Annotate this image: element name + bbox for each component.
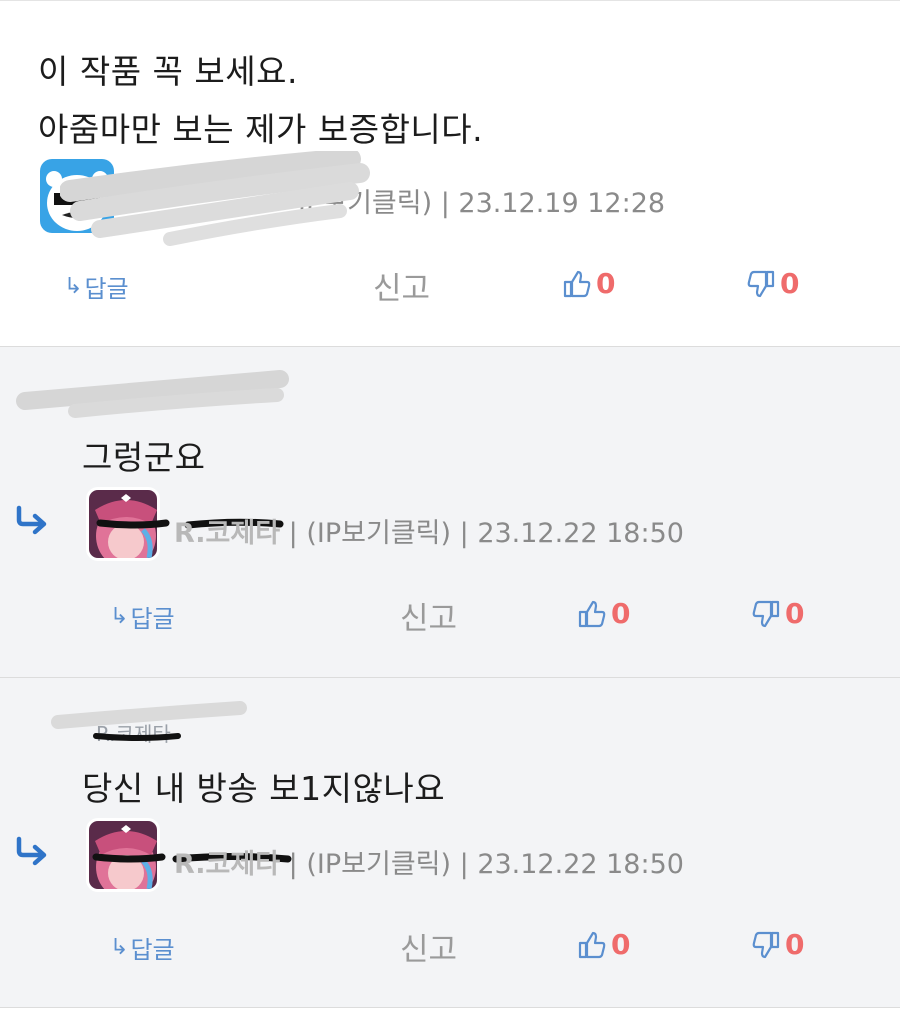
- thumbs-down-icon: [752, 600, 780, 627]
- quoted-nickname: [96, 391, 102, 415]
- upvote-button[interactable]: 0: [577, 928, 630, 961]
- ip-link[interactable]: (IP보기클릭): [306, 849, 451, 880]
- report-button[interactable]: 신고: [400, 924, 457, 969]
- reply-indent-arrow-icon: [16, 836, 47, 866]
- nickname[interactable]: R.코제타: [174, 518, 280, 549]
- timestamp: 23.12.22 18:50: [477, 849, 684, 880]
- timestamp: 23.12.19 12:28: [458, 188, 666, 219]
- separator: |: [459, 518, 478, 549]
- separator: |: [288, 849, 307, 880]
- separator: |: [288, 518, 307, 549]
- thumbs-down-icon: [752, 931, 780, 958]
- reply-indent-arrow-icon: [16, 505, 47, 535]
- downvote-button[interactable]: 0: [751, 928, 804, 961]
- redaction-scribble: [16, 370, 289, 418]
- reply-button[interactable]: ↳ 답글: [110, 930, 175, 965]
- ip-link[interactable]: (IP보기클릭): [306, 518, 451, 549]
- reply-arrow-icon: ↳: [64, 274, 83, 299]
- reply-arrow-icon: ↳: [110, 604, 129, 629]
- reply-comment-item: R.코제타 당신 내 방송 보1지않나요 R.코제타 | (IP보기클릭) | …: [0, 677, 900, 1008]
- reply-button[interactable]: ↳ 답글: [110, 599, 175, 634]
- reply-button[interactable]: ↳ 답글: [64, 269, 129, 304]
- separator: |: [459, 849, 478, 880]
- thumbs-up-icon: [563, 270, 591, 297]
- avatar[interactable]: [40, 159, 114, 233]
- nickname[interactable]: R.코제타: [174, 849, 280, 880]
- report-button[interactable]: 신고: [400, 593, 457, 638]
- comment-item: 이 작품 꼭 보세요. 아줌마만 보는 제가 보증합니다. IP보기클릭) | …: [0, 0, 900, 346]
- comment-meta: IP보기클릭) | 23.12.19 12:28: [128, 181, 665, 220]
- comment-text-line: 당신 내 방송 보1지않나요: [82, 769, 446, 808]
- downvote-button[interactable]: 0: [746, 267, 799, 300]
- comment-meta: R.코제타 | (IP보기클릭) | 23.12.22 18:50: [174, 511, 684, 550]
- separator: |: [440, 188, 459, 219]
- quoted-nickname: R.코제타: [96, 722, 171, 746]
- avatar[interactable]: [86, 487, 160, 561]
- timestamp: 23.12.22 18:50: [477, 518, 684, 549]
- reply-comment-item: 그렁군요 R.코제타 | (IP보기클릭) | 23.12.22 18:50 ↳…: [0, 346, 900, 677]
- downvote-button[interactable]: 0: [751, 597, 804, 630]
- ip-link[interactable]: IP보기클릭): [298, 188, 432, 219]
- report-button[interactable]: 신고: [373, 263, 430, 308]
- thumbs-up-icon: [578, 600, 606, 627]
- comment-text-line: 이 작품 꼭 보세요.: [38, 52, 298, 91]
- upvote-button[interactable]: 0: [562, 267, 615, 300]
- comment-text-line: 아줌마만 보는 제가 보증합니다.: [38, 110, 484, 149]
- avatar[interactable]: [86, 818, 160, 892]
- thumbs-up-icon: [578, 931, 606, 958]
- comment-meta: R.코제타 | (IP보기클릭) | 23.12.22 18:50: [174, 842, 684, 881]
- upvote-button[interactable]: 0: [577, 597, 630, 630]
- reply-arrow-icon: ↳: [110, 935, 129, 960]
- thumbs-down-icon: [747, 270, 775, 297]
- comment-text-line: 그렁군요: [82, 438, 206, 477]
